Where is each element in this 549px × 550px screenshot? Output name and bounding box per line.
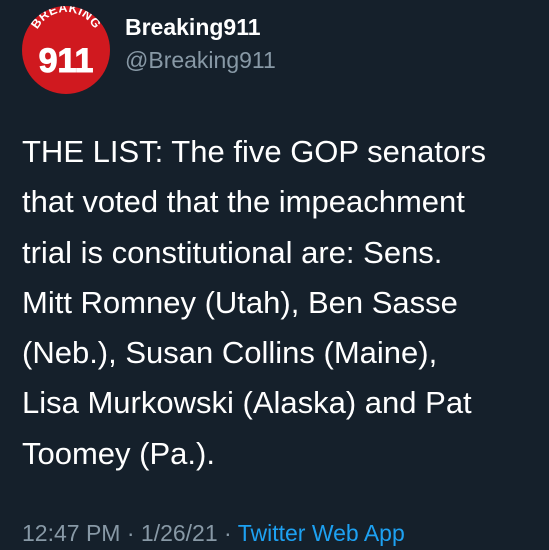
breaking911-logo-icon: BREAKING 911 bbox=[28, 6, 104, 81]
meta-separator: · bbox=[126, 520, 135, 546]
tweet-time[interactable]: 12:47 PM bbox=[22, 520, 120, 546]
source-link[interactable]: Twitter Web App bbox=[238, 520, 405, 546]
user-handle[interactable]: @Breaking911 bbox=[125, 45, 276, 75]
tweet-text: THE LIST: The five GOP senators that vot… bbox=[22, 134, 487, 471]
display-name[interactable]: Breaking911 bbox=[125, 12, 276, 42]
avatar-arc-text: BREAKING bbox=[28, 6, 104, 31]
author-info: Breaking911 @Breaking911 bbox=[125, 12, 276, 75]
meta-separator: · bbox=[224, 520, 232, 546]
avatar[interactable]: BREAKING 911 bbox=[22, 6, 110, 94]
tweet-metadata: 12:47 PM · 1/26/21 · Twitter Web App bbox=[22, 518, 405, 548]
tweet-date[interactable]: 1/26/21 bbox=[141, 520, 218, 546]
avatar-number: 911 bbox=[39, 42, 94, 80]
tweet-card: BREAKING 911 Breaking911 @Breaking911 TH… bbox=[0, 0, 549, 550]
